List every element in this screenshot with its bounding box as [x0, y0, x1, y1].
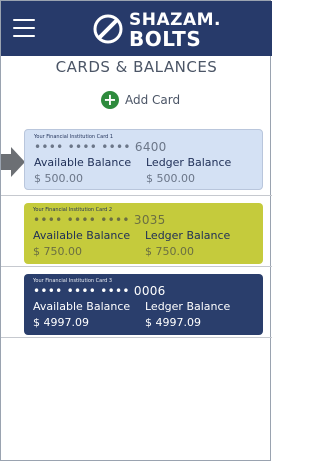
divider: [1, 337, 272, 338]
available-balance-label: Available Balance: [33, 300, 131, 313]
card-2[interactable]: Your Financial Institution Card 2 •••• •…: [24, 203, 263, 264]
ledger-balance-value: $ 750.00: [145, 245, 194, 258]
add-card-label: Add Card: [125, 93, 181, 107]
divider: [1, 266, 272, 267]
ledger-balance-label: Ledger Balance: [145, 229, 231, 242]
hamburger-menu-icon[interactable]: [13, 19, 35, 37]
available-balance-label: Available Balance: [34, 156, 132, 169]
card-1[interactable]: Your Financial Institution Card 1 •••• •…: [24, 129, 263, 190]
arrow-right-icon: [1, 147, 25, 177]
ledger-balance-group: Ledger Balance $ 4997.09: [145, 300, 230, 329]
top-bar: SHAZAM. BOLTS: [1, 1, 272, 56]
available-balance-group: Available Balance $ 750.00: [33, 229, 130, 258]
bolt-logo-icon: [93, 14, 123, 44]
card-3[interactable]: Your Financial Institution Card 3 •••• •…: [24, 274, 263, 335]
ledger-balance-value: $ 4997.09: [145, 316, 201, 329]
ledger-balance-group: Ledger Balance $ 500.00: [146, 156, 231, 185]
ledger-balance-label: Ledger Balance: [145, 300, 231, 313]
plus-circle-icon: +: [101, 91, 119, 109]
available-balance-value: $ 750.00: [33, 245, 82, 258]
card-number: •••• •••• •••• 3035: [33, 213, 166, 227]
ledger-balance-value: $ 500.00: [146, 172, 195, 185]
divider: [1, 195, 272, 196]
available-balance-group: Available Balance $ 4997.09: [33, 300, 130, 329]
card-number: •••• •••• •••• 6400: [34, 140, 167, 154]
available-balance-value: $ 500.00: [34, 172, 83, 185]
available-balance-value: $ 4997.09: [33, 316, 89, 329]
ledger-balance-label: Ledger Balance: [146, 156, 232, 169]
available-balance-label: Available Balance: [33, 229, 131, 242]
logo-line-2: BOLTS: [129, 27, 202, 51]
ledger-balance-group: Ledger Balance $ 750.00: [145, 229, 230, 258]
page-title: CARDS & BALANCES: [55, 58, 218, 76]
app-frame: SHAZAM. BOLTS CARDS & BALANCES + Add Car…: [0, 0, 272, 461]
available-balance-group: Available Balance $ 500.00: [34, 156, 131, 185]
shazam-bolts-logo: SHAZAM. BOLTS: [91, 8, 221, 50]
add-card-button[interactable]: + Add Card: [101, 89, 180, 111]
card-number: •••• •••• •••• 0006: [33, 284, 166, 298]
